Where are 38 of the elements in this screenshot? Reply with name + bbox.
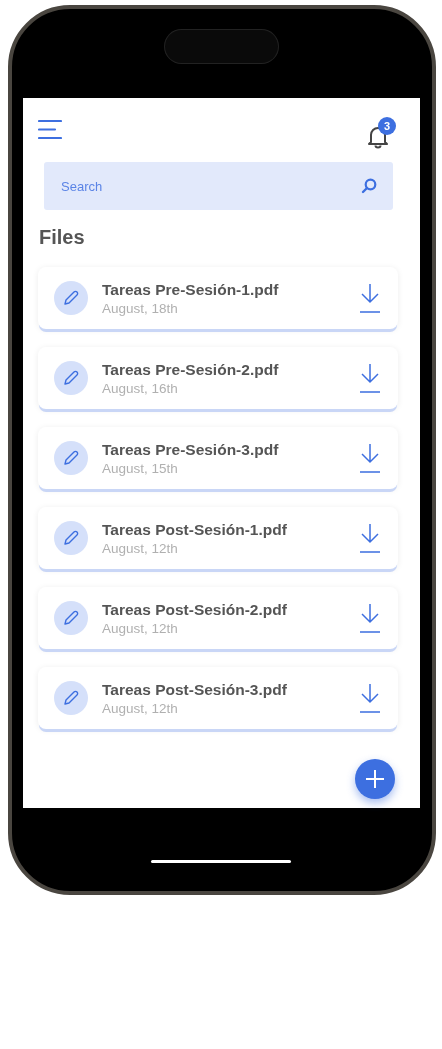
file-card[interactable]: Tareas Pre-Sesión-3.pdf August, 15th <box>38 427 398 489</box>
download-icon[interactable] <box>359 283 381 313</box>
pencil-icon[interactable] <box>54 601 88 635</box>
file-date: August, 12th <box>102 700 179 716</box>
file-name: Tareas Post-Sesión-3.pdf <box>102 680 288 699</box>
file-name: Tareas Post-Sesión-2.pdf <box>102 600 288 619</box>
file-name: Tareas Pre-Sesión-1.pdf <box>102 280 280 299</box>
bell-icon[interactable] <box>366 124 390 149</box>
file-date: August, 15th <box>102 460 179 476</box>
menu-icon[interactable] <box>38 119 62 140</box>
pencil-icon[interactable] <box>54 521 88 555</box>
file-card[interactable]: Tareas Post-Sesión-1.pdf August, 12th <box>38 507 398 569</box>
pencil-icon[interactable] <box>54 441 88 475</box>
pencil-icon[interactable] <box>54 681 88 715</box>
file-date: August, 12th <box>102 540 179 556</box>
download-icon[interactable] <box>359 603 381 633</box>
file-card[interactable]: Tareas Pre-Sesión-2.pdf August, 16th <box>38 347 398 409</box>
file-name: Tareas Pre-Sesión-3.pdf <box>102 440 280 459</box>
file-name: Tareas Post-Sesión-1.pdf <box>102 520 288 539</box>
download-icon[interactable] <box>359 363 381 393</box>
file-date: August, 12th <box>102 620 179 636</box>
plus-icon[interactable] <box>365 769 385 789</box>
section-title: Files <box>39 226 86 250</box>
pencil-icon[interactable] <box>54 281 88 315</box>
pencil-icon[interactable] <box>54 361 88 395</box>
download-icon[interactable] <box>359 683 381 713</box>
search-field[interactable]: Search <box>44 162 393 210</box>
file-date: August, 18th <box>102 300 179 316</box>
download-icon[interactable] <box>359 523 381 553</box>
download-icon[interactable] <box>359 443 381 473</box>
file-name: Tareas Pre-Sesión-2.pdf <box>102 360 280 379</box>
file-card[interactable]: Tareas Post-Sesión-3.pdf August, 12th <box>38 667 398 729</box>
notification-badge: 3 <box>378 117 396 135</box>
add-button[interactable] <box>355 759 395 799</box>
search-icon[interactable] <box>361 178 377 194</box>
file-card[interactable]: Tareas Pre-Sesión-1.pdf August, 18th <box>38 267 398 329</box>
file-date: August, 16th <box>102 380 179 396</box>
file-card[interactable]: Tareas Post-Sesión-2.pdf August, 12th <box>38 587 398 649</box>
